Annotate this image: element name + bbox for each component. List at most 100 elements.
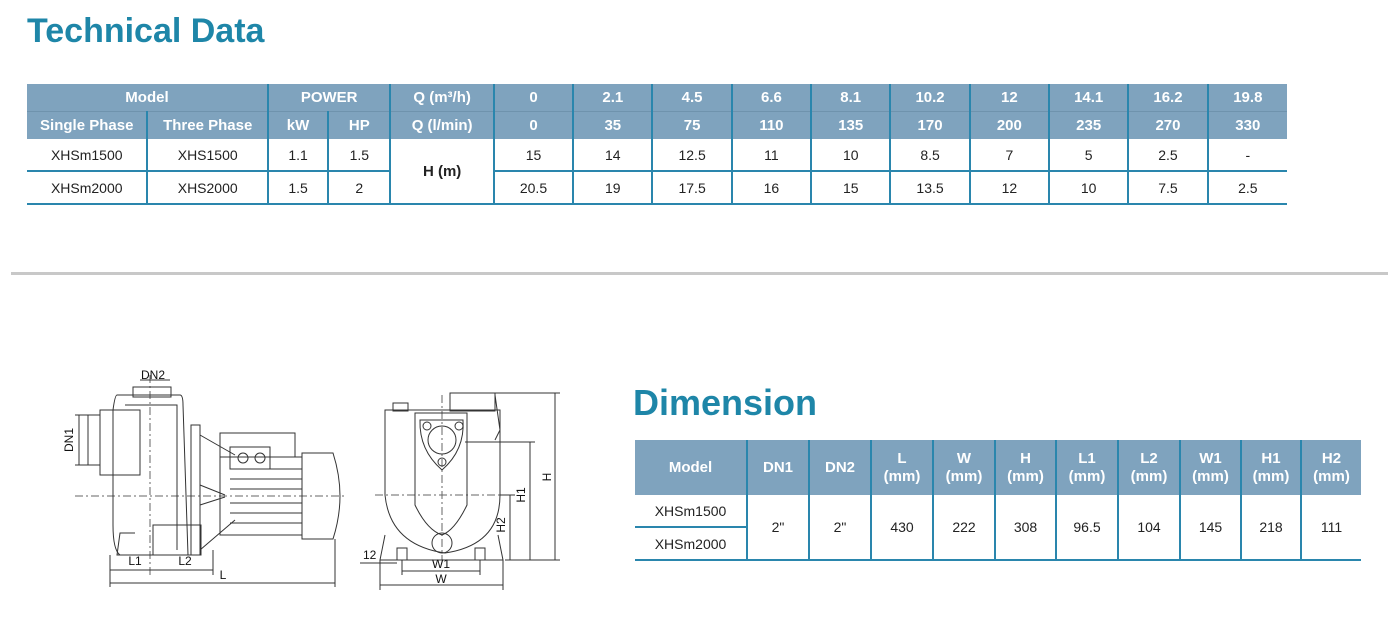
table-row: XHSm1500 XHS1500 1.1 1.5 H (m) 15 14 12.… (27, 139, 1287, 205)
head-value: 10 (1048, 171, 1129, 205)
power-kw: 1.5 (266, 171, 329, 205)
head-value: 20.5 (492, 171, 574, 205)
head-value: - (1206, 139, 1287, 172)
head-value: 12.5 (651, 139, 732, 172)
head-label: H (m) (389, 139, 494, 205)
pump-front-view-drawing: 12 W1 W H H1 H2 (360, 392, 560, 590)
flow-lmin-cell: 270 (1127, 111, 1208, 139)
header-three-phase: Three Phase (146, 111, 268, 139)
table-row: XHSm1500 2" 2" 430 222 308 96.5 104 145 … (635, 495, 1361, 561)
h1-value: 218 (1240, 495, 1301, 561)
label-dn2: DN2 (141, 368, 165, 382)
header-q-m3h: Q (m³/h) (389, 84, 494, 112)
head-value: 7.5 (1127, 171, 1208, 205)
head-value: 15 (810, 171, 891, 205)
head-value: 10 (810, 139, 891, 172)
header-kw: kW (266, 111, 329, 139)
model-cell: XHSm2000 (635, 527, 747, 561)
unit-label: (mm) (883, 467, 921, 485)
header-w: W (mm) (932, 440, 995, 495)
head-value: 13.5 (889, 171, 970, 205)
flow-m3h-cell: 14.1 (1048, 84, 1129, 112)
header-l-label: L (897, 449, 907, 467)
header-h2: H2 (mm) (1300, 440, 1361, 495)
h-value: 308 (994, 495, 1056, 561)
flow-m3h-cell: 10.2 (889, 84, 970, 112)
header-h: H (mm) (994, 440, 1056, 495)
head-value: 14 (572, 139, 653, 172)
flow-m3h-cell: 16.2 (1127, 84, 1208, 112)
header-model: Model (27, 84, 268, 112)
unit-label: (mm) (1007, 467, 1044, 485)
flow-m3h-cell: 0 (492, 84, 574, 112)
dimension-title: Dimension (633, 382, 818, 423)
label-w: W (435, 572, 447, 586)
technical-data-title: Technical Data (27, 12, 265, 50)
header-w1: W1 (mm) (1179, 440, 1241, 495)
flow-m3h-cell: 4.5 (651, 84, 732, 112)
flow-lmin-cell: 0 (492, 111, 574, 139)
label-h1: H1 (514, 487, 528, 503)
label-h: H (540, 473, 554, 482)
power-kw: 1.1 (266, 139, 329, 172)
unit-label: (mm) (1313, 467, 1350, 485)
l2-value: 104 (1117, 495, 1180, 561)
header-dn2: DN2 (808, 440, 871, 495)
dimension-header-row: Model DN1 DN2 L (mm) W (mm) H (mm) L1 (mm) L… (635, 440, 1361, 495)
header-w1-label: W1 (1199, 449, 1222, 467)
header-l: L (mm) (870, 440, 933, 495)
flow-lmin-cell: 170 (889, 111, 970, 139)
header-single-phase: Single Phase (27, 111, 148, 139)
header-h2-label: H2 (1321, 449, 1342, 467)
power-hp: 1.5 (327, 139, 391, 172)
table-row: XHSm2000 XHS2000 1.5 2 20.5 19 17.5 16 1… (27, 171, 1287, 205)
head-value: 5 (1048, 139, 1129, 172)
head-value: 17.5 (651, 171, 732, 205)
head-value: 12 (968, 171, 1050, 205)
flow-m3h-cell: 19.8 (1206, 84, 1287, 112)
flow-m3h-cell: 6.6 (730, 84, 812, 112)
header-dn1: DN1 (746, 440, 809, 495)
pump-side-view-drawing: DN2 DN1 L1 L2 L (62, 368, 345, 587)
label-l2: L2 (178, 554, 192, 568)
section-divider (11, 272, 1388, 275)
label-w1: W1 (432, 557, 450, 571)
power-hp: 2 (327, 171, 391, 205)
unit-label: (mm) (1130, 467, 1168, 485)
technical-data-table: Model POWER Q (m³/h) 0 2.1 4.5 6.6 8.1 1… (27, 84, 1287, 205)
label-l1: L1 (128, 554, 142, 568)
flow-lmin-cell: 75 (651, 111, 732, 139)
single-phase-model: XHSm2000 (27, 171, 148, 205)
flow-lmin-cell: 330 (1206, 111, 1287, 139)
flow-lmin-cell: 235 (1048, 111, 1129, 139)
head-value: 2.5 (1127, 139, 1208, 172)
head-value: 19 (572, 171, 653, 205)
flow-lmin-cell: 200 (968, 111, 1050, 139)
flow-lmin-cell: 110 (730, 111, 812, 139)
header-hp: HP (327, 111, 391, 139)
head-value: 8.5 (889, 139, 970, 172)
header-model: Model (635, 440, 747, 495)
header-w-label: W (956, 449, 972, 467)
model-cell: XHSm1500 (635, 495, 747, 528)
flow-m3h-cell: 8.1 (810, 84, 891, 112)
header-l1-label: L1 (1078, 449, 1096, 467)
header-row-flow-m3h: Model POWER Q (m³/h) 0 2.1 4.5 6.6 8.1 1… (27, 84, 1287, 112)
header-l2: L2 (mm) (1117, 440, 1180, 495)
unit-label: (mm) (1252, 467, 1290, 485)
header-l2-label: L2 (1140, 449, 1158, 467)
unit-label: (mm) (1192, 467, 1229, 485)
header-power: POWER (266, 84, 391, 112)
header-q-lmin: Q (l/min) (389, 111, 494, 139)
flow-m3h-cell: 12 (968, 84, 1050, 112)
flow-lmin-cell: 135 (810, 111, 891, 139)
head-value: 7 (968, 139, 1050, 172)
three-phase-model: XHS1500 (146, 139, 268, 172)
dimension-table: Model DN1 DN2 L (mm) W (mm) H (mm) L1 (mm) L… (635, 440, 1361, 561)
unit-label: (mm) (945, 467, 983, 485)
header-row-flow-lmin: Single Phase Three Phase kW HP Q (l/min)… (27, 111, 1287, 139)
unit-label: (mm) (1068, 467, 1106, 485)
head-value: 11 (730, 139, 812, 172)
head-value: 2.5 (1206, 171, 1287, 205)
head-value: 16 (730, 171, 812, 205)
